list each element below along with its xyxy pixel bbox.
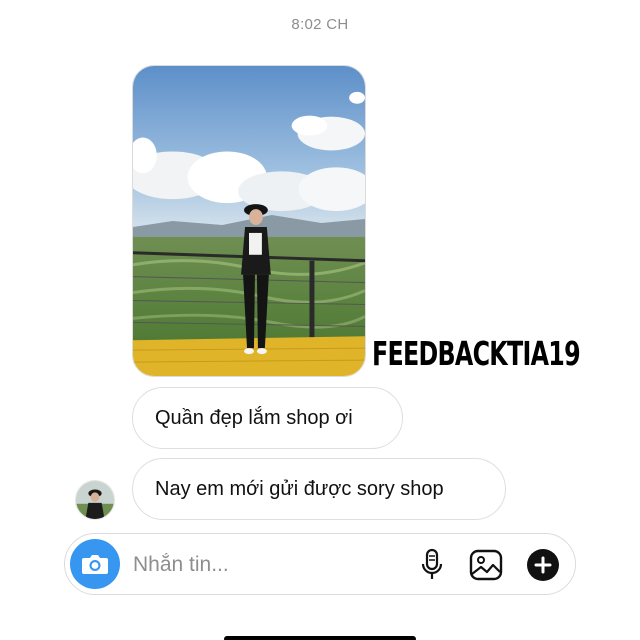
gallery-icon — [469, 549, 503, 581]
gallery-button[interactable] — [468, 547, 504, 583]
message-bubble[interactable]: Nay em mới gửi được sory shop — [132, 458, 506, 520]
add-button[interactable] — [525, 547, 561, 583]
shared-photo — [133, 66, 365, 376]
watermark-text: FEEDBACKTIA19 — [372, 334, 581, 373]
avatar-photo — [76, 481, 114, 519]
photo-message[interactable] — [132, 65, 366, 377]
add-icon — [527, 549, 559, 581]
message-input[interactable] — [133, 551, 393, 579]
microphone-icon — [421, 548, 443, 579]
voice-message-button[interactable] — [414, 547, 450, 583]
home-indicator — [224, 636, 416, 640]
message-timestamp: 8:02 CH — [291, 16, 349, 33]
camera-button[interactable] — [70, 539, 120, 589]
message-bubble[interactable]: Quần đẹp lắm shop ơi — [132, 387, 403, 449]
message-composer — [64, 533, 576, 595]
camera-icon — [82, 555, 108, 574]
sender-avatar[interactable] — [75, 480, 115, 520]
